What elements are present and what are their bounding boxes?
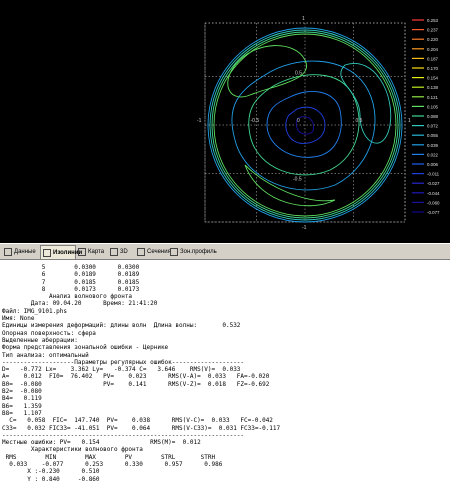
colorbar-label: 0.055	[427, 133, 439, 138]
colorbar-label: 0.187	[427, 56, 439, 61]
tab-zone-profile[interactable]: Зон.профиль	[168, 245, 217, 259]
colorbar-label: -0.027	[427, 181, 440, 186]
colorbar-label: 0.006	[427, 162, 439, 167]
axis-tick-label: 0	[297, 118, 300, 124]
axis-tick-label: -1	[197, 118, 202, 124]
isoline-chart: -1 1 -0.5 0.5 0 1 -1 0.5 -0.5 0.253 0.237 0.220 0.20…	[197, 16, 440, 231]
report-text: 5 0.0300 0.0300 6 0.0189 0.0189 7 0.0185…	[2, 264, 281, 483]
colorbar-label: -0.011	[427, 172, 440, 177]
axis-tick-label: 0.5	[356, 118, 363, 124]
colorbar-label: 0.121	[427, 95, 439, 100]
colorbar-label: 0.039	[427, 143, 439, 148]
tab-data[interactable]: Данные	[2, 245, 38, 259]
colorbar-label: 0.237	[427, 28, 439, 33]
tab-label: Данные	[14, 249, 36, 255]
tab-3d[interactable]: 3D	[108, 245, 133, 259]
3d-icon	[110, 248, 118, 256]
contour-line	[266, 91, 342, 158]
colorbar-label: 0.072	[427, 124, 439, 129]
contour-line	[244, 164, 336, 207]
axis-tick-label: 0.5	[295, 71, 302, 77]
tab-label: Зон.профиль	[180, 249, 217, 255]
colorbar-label: 0.204	[427, 47, 439, 52]
data-icon	[4, 248, 12, 256]
colorbar-label: 0.170	[427, 66, 439, 71]
tab-sections[interactable]: Сечения	[135, 245, 171, 259]
colorbar-label: 0.105	[427, 104, 439, 109]
isoline-plot[interactable]: -1 1 -0.5 0.5 0 1 -1 0.5 -0.5 0.253 0.237 0.220 0.20…	[0, 0, 450, 243]
colorbar-label: -0.044	[427, 191, 440, 196]
colorbar-label: -0.060	[427, 200, 440, 205]
tab-label: 3D	[120, 249, 128, 255]
contour-line	[285, 106, 326, 144]
colorbar-label: 0.088	[427, 114, 439, 119]
tab-isolines[interactable]: Изолинии	[40, 245, 82, 259]
tab-map[interactable]: Карта	[76, 245, 106, 259]
axis-tick-label: -0.5	[251, 118, 260, 124]
colorbar-label: 0.022	[427, 152, 439, 157]
axis-tick-label: 1	[302, 16, 305, 22]
sections-icon	[137, 248, 145, 256]
isolines-icon	[43, 249, 51, 257]
colorbar-label: -0.077	[427, 210, 440, 215]
axis-tick-label: 1	[408, 118, 411, 124]
map-icon	[78, 248, 86, 256]
colorbar-label: 0.154	[427, 76, 439, 81]
colorbar-label: 0.253	[427, 18, 439, 23]
view-tab-bar: Данные Изолинии Карта 3D Сечения Зон.профиль	[0, 243, 450, 260]
axis-tick-label: -0.5	[293, 177, 302, 183]
axis-tick-label: -1	[302, 225, 307, 231]
colorbar-label: 0.138	[427, 85, 439, 90]
zone-profile-icon	[170, 248, 178, 256]
colorbar-label: 0.220	[427, 37, 439, 42]
tab-label: Карта	[88, 249, 105, 255]
analysis-report: 5 0.0300 0.0300 6 0.0189 0.0189 7 0.0185…	[0, 260, 450, 487]
